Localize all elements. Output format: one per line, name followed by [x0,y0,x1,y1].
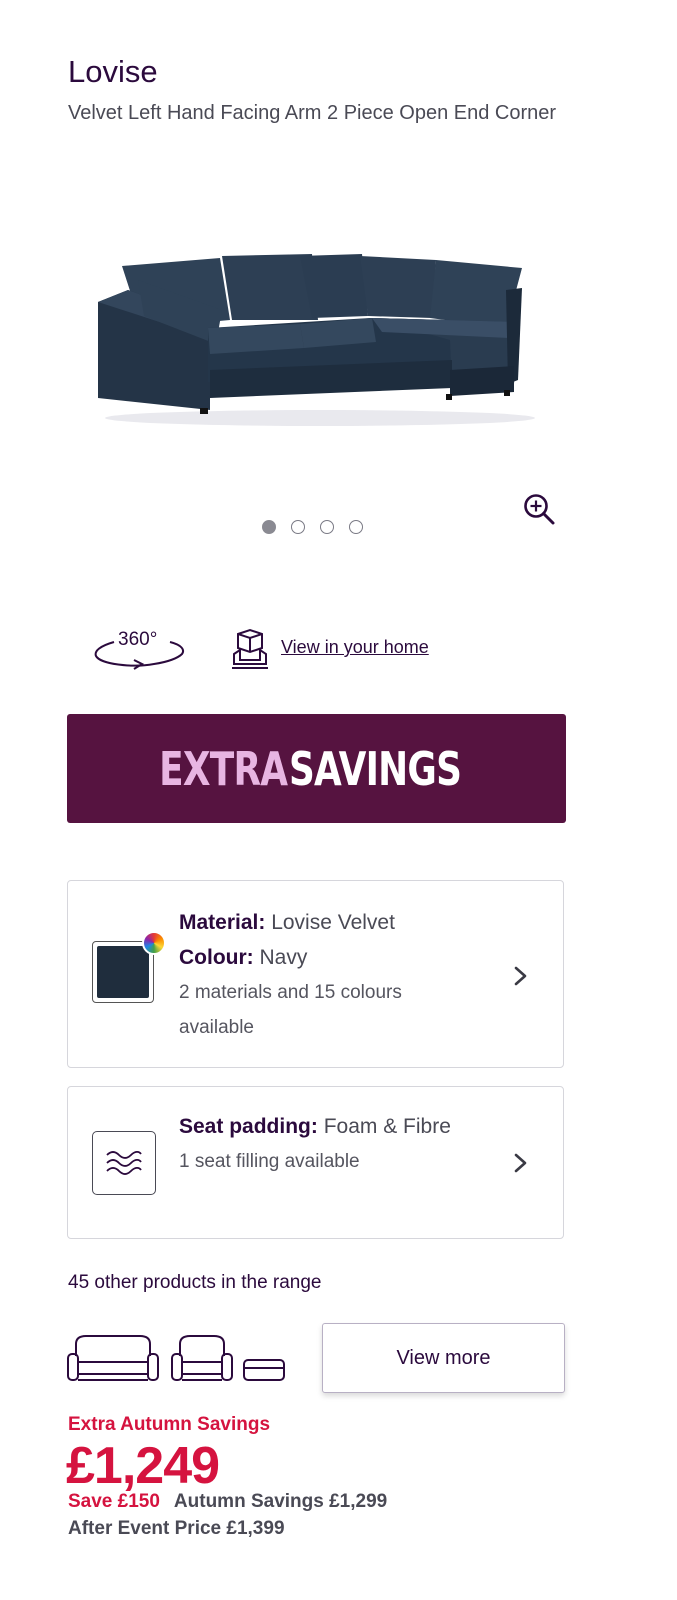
product-image[interactable] [90,220,570,480]
banner-word-extra: EXTRA [159,741,288,796]
rotate-360-label[interactable]: 360° [118,629,157,651]
sofa-icon [67,1335,159,1381]
padding-availability: 1 seat filling available [179,1151,360,1172]
material-details: Material: Lovise Velvet Colour: Navy 2 m… [179,905,479,1045]
material-availability: 2 materials and 15 colours available [179,982,402,1038]
seat-padding-selector[interactable]: Seat padding: Foam & Fibre 1 seat fillin… [67,1086,564,1239]
range-count-text: 45 other products in the range [68,1272,322,1293]
extra-savings-banner[interactable]: EXTRA SAVINGS [67,714,566,823]
current-price: £1,249 [66,1437,220,1495]
carousel-dot-1[interactable] [262,520,276,534]
padding-label: Seat padding: [179,1115,318,1138]
footstool-icon [243,1359,285,1381]
colour-value: Navy [259,946,308,969]
save-amount: Save £150 [68,1491,160,1512]
chevron-right-icon [514,966,527,986]
padding-details: Seat padding: Foam & Fibre 1 seat fillin… [179,1109,469,1179]
after-event-price: After Event Price £1,399 [68,1518,285,1539]
carousel-dot-3[interactable] [320,520,334,534]
sofa-range-icons [67,1335,285,1381]
padding-value: Foam & Fibre [323,1115,451,1138]
material-value: Lovise Velvet [271,911,395,934]
savings-line: Save £150 Autumn Savings £1,299 [68,1491,387,1513]
product-title: Lovise [68,54,158,89]
view-in-home-link[interactable]: View in your home [281,637,429,658]
chevron-right-icon [514,1153,527,1173]
view-more-button[interactable]: View more [322,1323,565,1393]
colour-label: Colour: [179,946,254,969]
product-subtitle: Velvet Left Hand Facing Arm 2 Piece Open… [68,102,557,124]
armchair-icon [171,1335,233,1381]
promo-label: Extra Autumn Savings [68,1414,271,1435]
seat-padding-icon [92,1131,156,1195]
carousel-dot-2[interactable] [291,520,305,534]
image-carousel-dots [262,520,363,534]
carousel-dot-4[interactable] [349,520,363,534]
banner-word-savings: SAVINGS [289,741,462,796]
material-colour-selector[interactable]: Material: Lovise Velvet Colour: Navy 2 m… [67,880,564,1068]
ar-box-icon[interactable] [228,628,272,670]
zoom-icon[interactable] [522,492,556,526]
material-label: Material: [179,911,266,934]
colour-wheel-icon [142,931,166,955]
autumn-savings-price: Autumn Savings £1,299 [173,1491,388,1512]
